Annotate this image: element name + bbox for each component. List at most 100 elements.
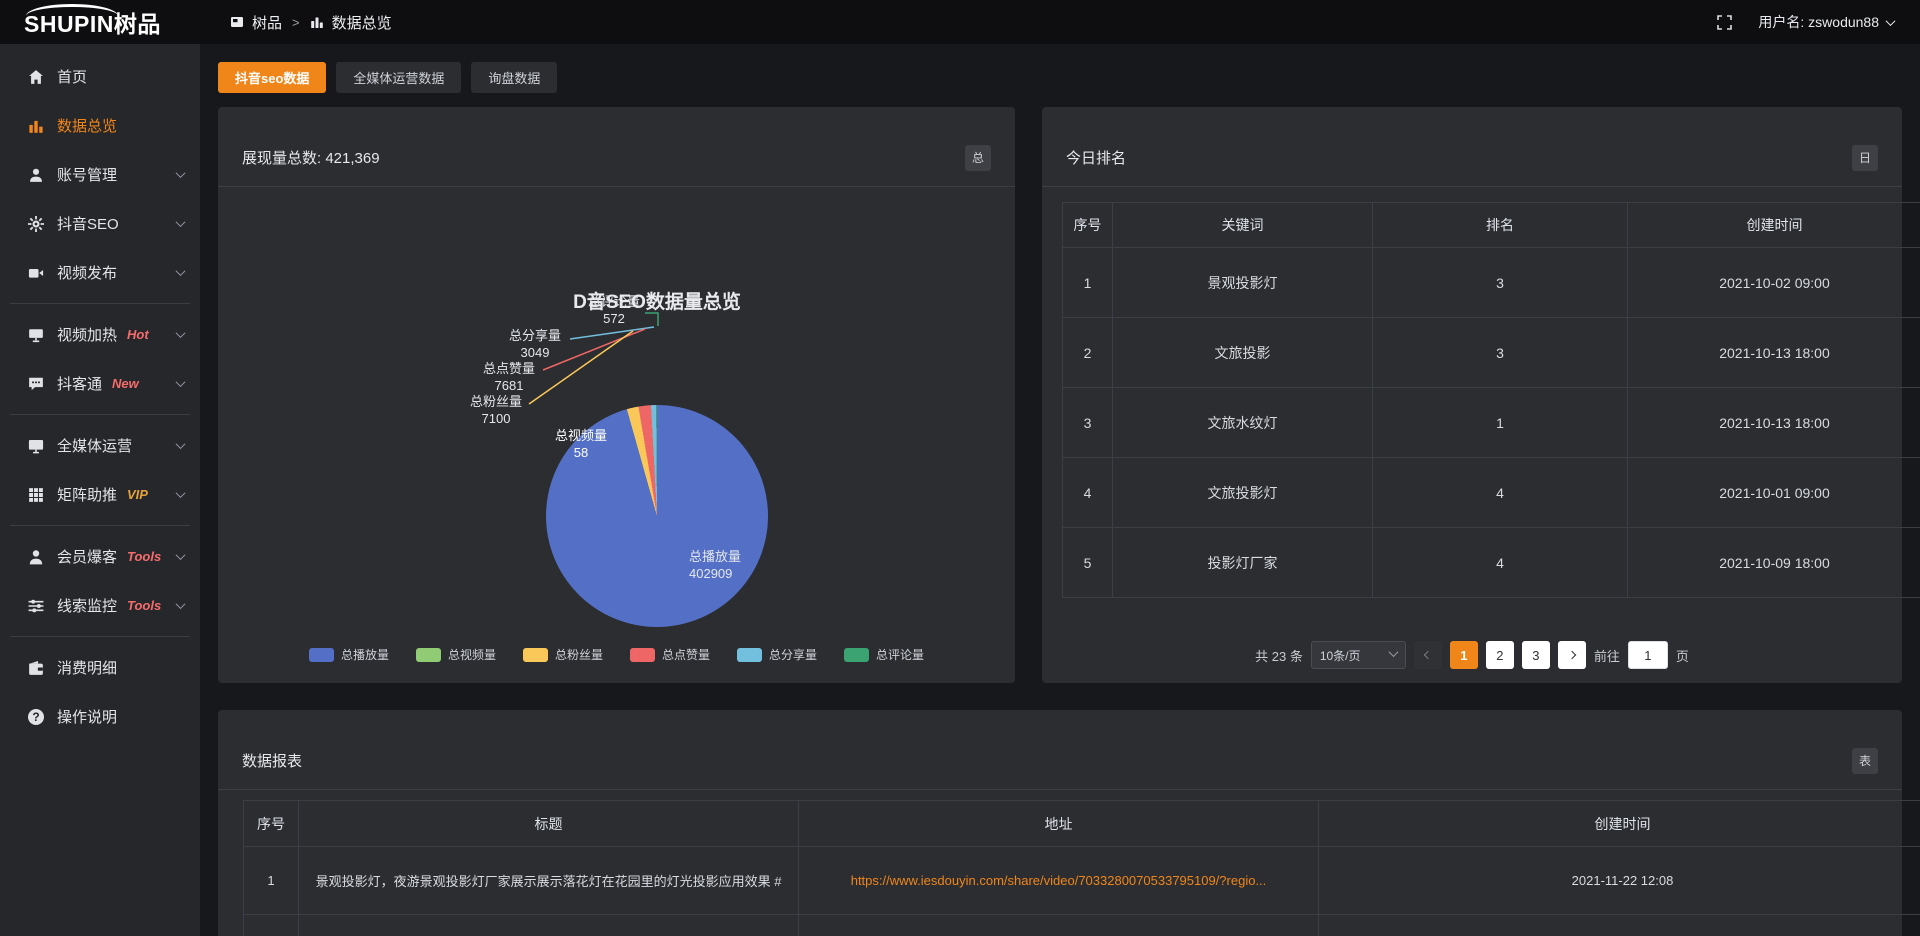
grid-icon (28, 487, 44, 503)
fullscreen-icon[interactable] (1717, 15, 1732, 30)
tab-douyin-seo-data[interactable]: 抖音seo数据 (218, 62, 326, 93)
legend-item-shares[interactable]: 总分享量 (737, 646, 817, 663)
tab-inquiry-data[interactable]: 询盘数据 (471, 62, 557, 93)
header-right: 用户名: zswodun88 (1717, 12, 1920, 32)
sidebar-item-data-overview[interactable]: 数据总览 (0, 101, 200, 150)
sidebar-item-label: 首页 (57, 66, 87, 87)
keyword-cell: 文旅投影 (1113, 318, 1373, 388)
pagination-total: 共 23 条 (1255, 646, 1303, 665)
next-page-button[interactable] (1558, 641, 1586, 669)
day-toggle-button[interactable]: 日 (1852, 145, 1878, 171)
chevron-down-icon (176, 599, 186, 609)
sidebar-item-home[interactable]: 首页 (0, 52, 200, 101)
chevron-right-icon (1568, 651, 1576, 659)
tab-media-ops-data[interactable]: 全媒体运营数据 (336, 62, 461, 93)
sidebar-item-expense-detail[interactable]: 消费明细 (0, 643, 200, 692)
rank-cell: 3 (1373, 318, 1628, 388)
col-url: 地址 (799, 801, 1319, 847)
legend-swatch (523, 648, 548, 662)
table-toggle-button[interactable]: 表 (1852, 748, 1878, 774)
breadcrumb-separator: > (292, 15, 300, 30)
created-cell: 2021-10-13 18:00 (1628, 318, 1920, 388)
rank-cell: 4 (1373, 528, 1628, 598)
user-icon (28, 167, 44, 183)
tab-bar: 抖音seo数据 全媒体运营数据 询盘数据 (218, 62, 557, 93)
tools-badge: Tools (127, 549, 161, 564)
url-link[interactable]: https://www.iesdouyin.com/share/video/70… (799, 847, 1319, 915)
index-cell: 2 (1063, 318, 1113, 388)
index-cell: 1 (1063, 248, 1113, 318)
index-cell: 3 (1063, 388, 1113, 458)
table-row: 1 景观投影灯，夜游景观投影灯厂家展示展示落花灯在花园里的灯光投影应用效果 # … (244, 847, 1920, 915)
sidebar-divider (10, 525, 190, 526)
breadcrumb-root[interactable]: 树品 (252, 12, 282, 33)
legend-item-plays[interactable]: 总播放量 (309, 646, 389, 663)
col-index: 序号 (244, 801, 299, 847)
legend-swatch (630, 648, 655, 662)
sidebar-item-media-ops[interactable]: 全媒体运营 (0, 421, 200, 470)
bar-chart-icon (310, 15, 324, 29)
video-camera-icon (28, 265, 44, 281)
rank-cell: 1 (1373, 388, 1628, 458)
page-button-1[interactable]: 1 (1450, 641, 1478, 669)
legend-item-videos[interactable]: 总视频量 (416, 646, 496, 663)
sidebar-item-label: 抖客通 (57, 373, 102, 394)
sidebar-item-label: 视频加热 (57, 324, 117, 345)
chevron-down-icon (176, 488, 186, 498)
chevron-down-icon (176, 377, 186, 387)
report-panel-title: 数据报表 (242, 750, 302, 771)
col-keyword: 关键词 (1113, 203, 1373, 248)
sidebar-item-guide[interactable]: ? 操作说明 (0, 692, 200, 741)
page-button-3[interactable]: 3 (1522, 641, 1550, 669)
table-row: 1 景观投影灯 3 2021-10-02 09:00 (1063, 248, 1920, 318)
app: SHUPIN树品 树品 > 数据总览 用户名: zswodun88 (0, 0, 1920, 936)
logo[interactable]: SHUPIN树品 (0, 5, 200, 39)
gear-icon (28, 216, 44, 232)
main-content: 抖音seo数据 全媒体运营数据 询盘数据 展现量总数: 421,369 总 D音… (200, 44, 1920, 936)
legend-item-comments[interactable]: 总评论量 (844, 646, 924, 663)
vip-badge: VIP (127, 487, 148, 502)
col-index: 序号 (1063, 203, 1113, 248)
sidebar-item-label: 操作说明 (57, 706, 117, 727)
legend-item-likes[interactable]: 总点赞量 (630, 646, 710, 663)
sidebar-item-label: 矩阵助推 (57, 484, 117, 505)
chevron-down-icon (1388, 647, 1398, 657)
report-panel: 数据报表 表 序号 标题 地址 创建时间 1 景观投影灯，夜游景观投影灯厂 (218, 710, 1902, 936)
title-cell: 景观投影灯，夜游景观投影灯厂家展示展示落花灯在花园里的灯光投影应用效果 # (299, 847, 799, 915)
col-rank: 排名 (1373, 203, 1628, 248)
chevron-left-icon (1424, 651, 1432, 659)
rank-panel: 今日排名 日 序号 关键词 排名 创建时间 1 景观投影灯 (1042, 107, 1902, 683)
logo-arc (26, 4, 118, 16)
table-header-row: 序号 标题 地址 创建时间 (244, 801, 1920, 847)
sidebar-item-video-heat[interactable]: 视频加热 Hot (0, 310, 200, 359)
created-cell: 2021-10-13 18:00 (1628, 388, 1920, 458)
sidebar-item-matrix-boost[interactable]: 矩阵助推 VIP (0, 470, 200, 519)
rank-panel-title: 今日排名 (1066, 147, 1126, 168)
col-title: 标题 (299, 801, 799, 847)
goto-page-input[interactable] (1628, 641, 1668, 669)
table-row (244, 915, 1920, 936)
legend-item-fans[interactable]: 总粉丝量 (523, 646, 603, 663)
table-row: 2 文旅投影 3 2021-10-13 18:00 (1063, 318, 1920, 388)
page-button-2[interactable]: 2 (1486, 641, 1514, 669)
total-toggle-button[interactable]: 总 (965, 145, 991, 171)
screen-icon (28, 327, 44, 343)
sidebar-item-douyin-seo[interactable]: 抖音SEO (0, 199, 200, 248)
page-size-select[interactable]: 10条/页 (1311, 641, 1406, 669)
empty-cell (299, 915, 799, 936)
pie-label-comments: 总评论量572 (588, 293, 640, 327)
member-icon (28, 549, 44, 565)
index-cell: 1 (244, 847, 299, 915)
sidebar-item-account[interactable]: 账号管理 (0, 150, 200, 199)
sidebar-item-douketong[interactable]: 抖客通 New (0, 359, 200, 408)
sidebar-item-member-tools[interactable]: 会员爆客 Tools (0, 532, 200, 581)
sidebar-item-clue-monitor[interactable]: 线索监控 Tools (0, 581, 200, 630)
sidebar-item-label: 视频发布 (57, 262, 117, 283)
sidebar-item-label: 线索监控 (57, 595, 117, 616)
created-cell: 2021-11-22 12:08 (1319, 847, 1920, 915)
user-menu[interactable]: 用户名: zswodun88 (1758, 12, 1894, 32)
created-cell: 2021-10-02 09:00 (1628, 248, 1920, 318)
table-row: 4 文旅投影灯 4 2021-10-01 09:00 (1063, 458, 1920, 528)
sidebar-item-video-publish[interactable]: 视频发布 (0, 248, 200, 297)
prev-page-button[interactable] (1414, 641, 1442, 669)
